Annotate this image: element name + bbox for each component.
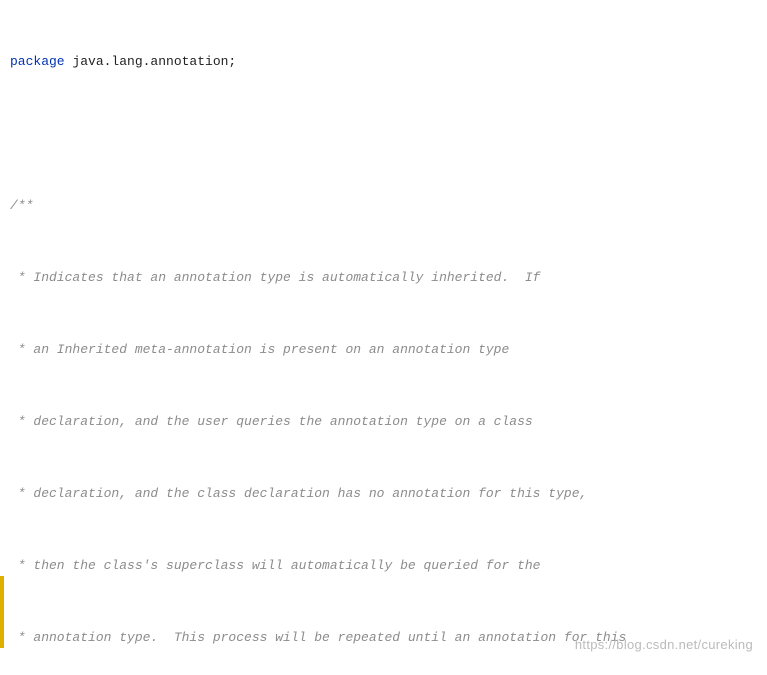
code-editor-viewport[interactable]: package java.lang.annotation; /** * Indi… xyxy=(0,0,767,675)
package-name: java.lang.annotation; xyxy=(65,54,237,69)
javadoc-line[interactable]: * then the class's superclass will autom… xyxy=(10,554,767,578)
javadoc-line[interactable]: * annotation type. This process will be … xyxy=(10,626,767,650)
javadoc-line[interactable]: * declaration, and the user queries the … xyxy=(10,410,767,434)
code-line-blank[interactable] xyxy=(10,122,767,146)
gutter-warning-marker xyxy=(0,576,4,648)
javadoc-open[interactable]: /** xyxy=(10,194,767,218)
javadoc-line[interactable]: * declaration, and the class declaration… xyxy=(10,482,767,506)
javadoc-line[interactable]: * an Inherited meta-annotation is presen… xyxy=(10,338,767,362)
keyword-package: package xyxy=(10,54,65,69)
javadoc-line[interactable]: * Indicates that an annotation type is a… xyxy=(10,266,767,290)
code-line[interactable]: package java.lang.annotation; xyxy=(10,50,767,74)
